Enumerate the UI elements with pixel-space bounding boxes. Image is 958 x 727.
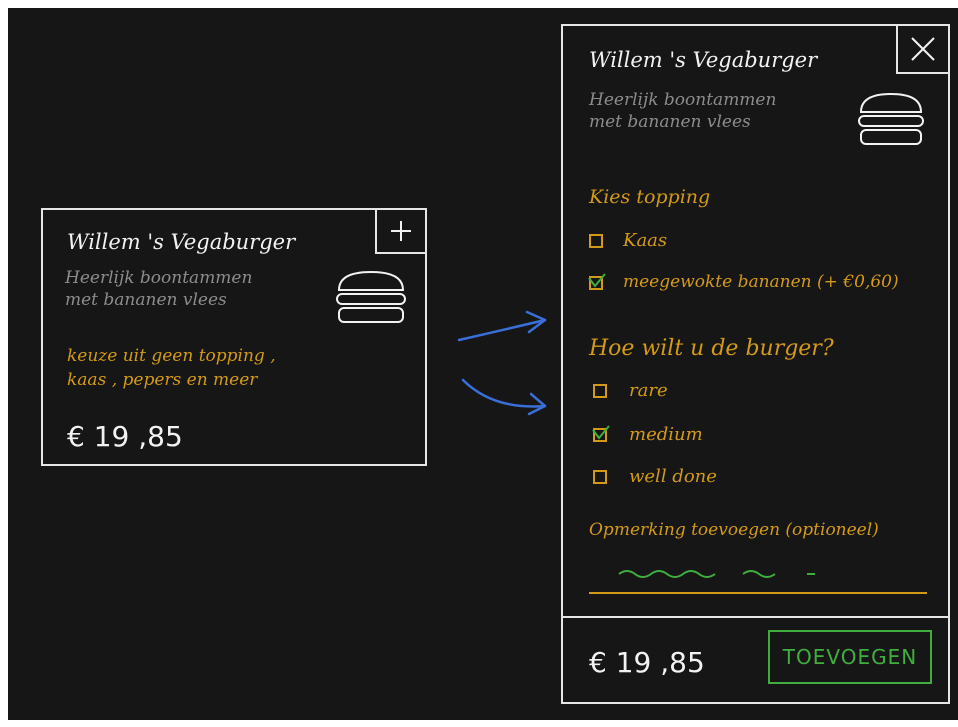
topping-checkbox[interactable]: [589, 234, 603, 248]
product-title: Willem 's Vegaburger: [67, 230, 296, 254]
doneness-option[interactable]: rare: [593, 380, 793, 404]
note-label: Opmerking toevoegen (optioneel): [589, 520, 879, 540]
topping-summary-line2: kaas , pepers en meer: [67, 370, 258, 390]
doneness-label: medium: [629, 424, 703, 445]
note-underline: [589, 592, 927, 594]
doneness-option[interactable]: medium: [592, 424, 793, 448]
doneness-heading: Hoe wilt u de burger?: [589, 336, 834, 361]
note-placeholder-scribble: [618, 570, 815, 578]
product-price: € 19 ,85: [67, 420, 183, 453]
close-button[interactable]: [896, 26, 948, 74]
topping-label: Kaas: [623, 230, 668, 251]
topping-heading: Kies topping: [589, 186, 711, 208]
detail-description-line1: Heerlijk boontammen: [589, 90, 777, 110]
modal-footer: [563, 616, 948, 618]
detail-price: € 19 ,85: [589, 646, 705, 679]
product-description-line1: Heerlijk boontammen: [65, 268, 253, 288]
topping-option[interactable]: meegewokte bananen (+ €0,60): [588, 272, 939, 296]
detail-title: Willem 's Vegaburger: [589, 48, 818, 72]
transition-arrows: [457, 310, 547, 416]
doneness-radio[interactable]: [593, 470, 607, 484]
product-detail-modal: Willem 's Vegaburger Heerlijk boontammen…: [561, 24, 950, 704]
sketch-canvas: Willem 's Vegaburger Heerlijk boontammen…: [8, 8, 958, 720]
burger-icon: [858, 92, 924, 145]
product-description-line2: met bananen vlees: [65, 290, 227, 310]
burger-icon: [336, 270, 406, 323]
doneness-option[interactable]: well done: [593, 466, 793, 490]
plus-icon: [391, 221, 411, 241]
add-to-order-button[interactable]: TOEVOEGEN: [768, 630, 932, 684]
product-card[interactable]: Willem 's Vegaburger Heerlijk boontammen…: [41, 208, 427, 466]
topping-label: meegewokte bananen (+ €0,60): [623, 272, 899, 292]
doneness-label: rare: [629, 380, 668, 401]
doneness-label: well done: [629, 466, 717, 487]
detail-description-line2: met bananen vlees: [589, 112, 751, 132]
topping-summary-line1: keuze uit geen topping ,: [67, 346, 276, 366]
add-button[interactable]: [375, 210, 425, 254]
note-field[interactable]: Opmerking toevoegen (optioneel): [589, 520, 929, 604]
topping-option[interactable]: Kaas: [589, 230, 919, 254]
check-icon: [592, 425, 610, 440]
check-icon: [588, 273, 606, 288]
close-icon: [911, 37, 935, 61]
doneness-radio[interactable]: [593, 384, 607, 398]
